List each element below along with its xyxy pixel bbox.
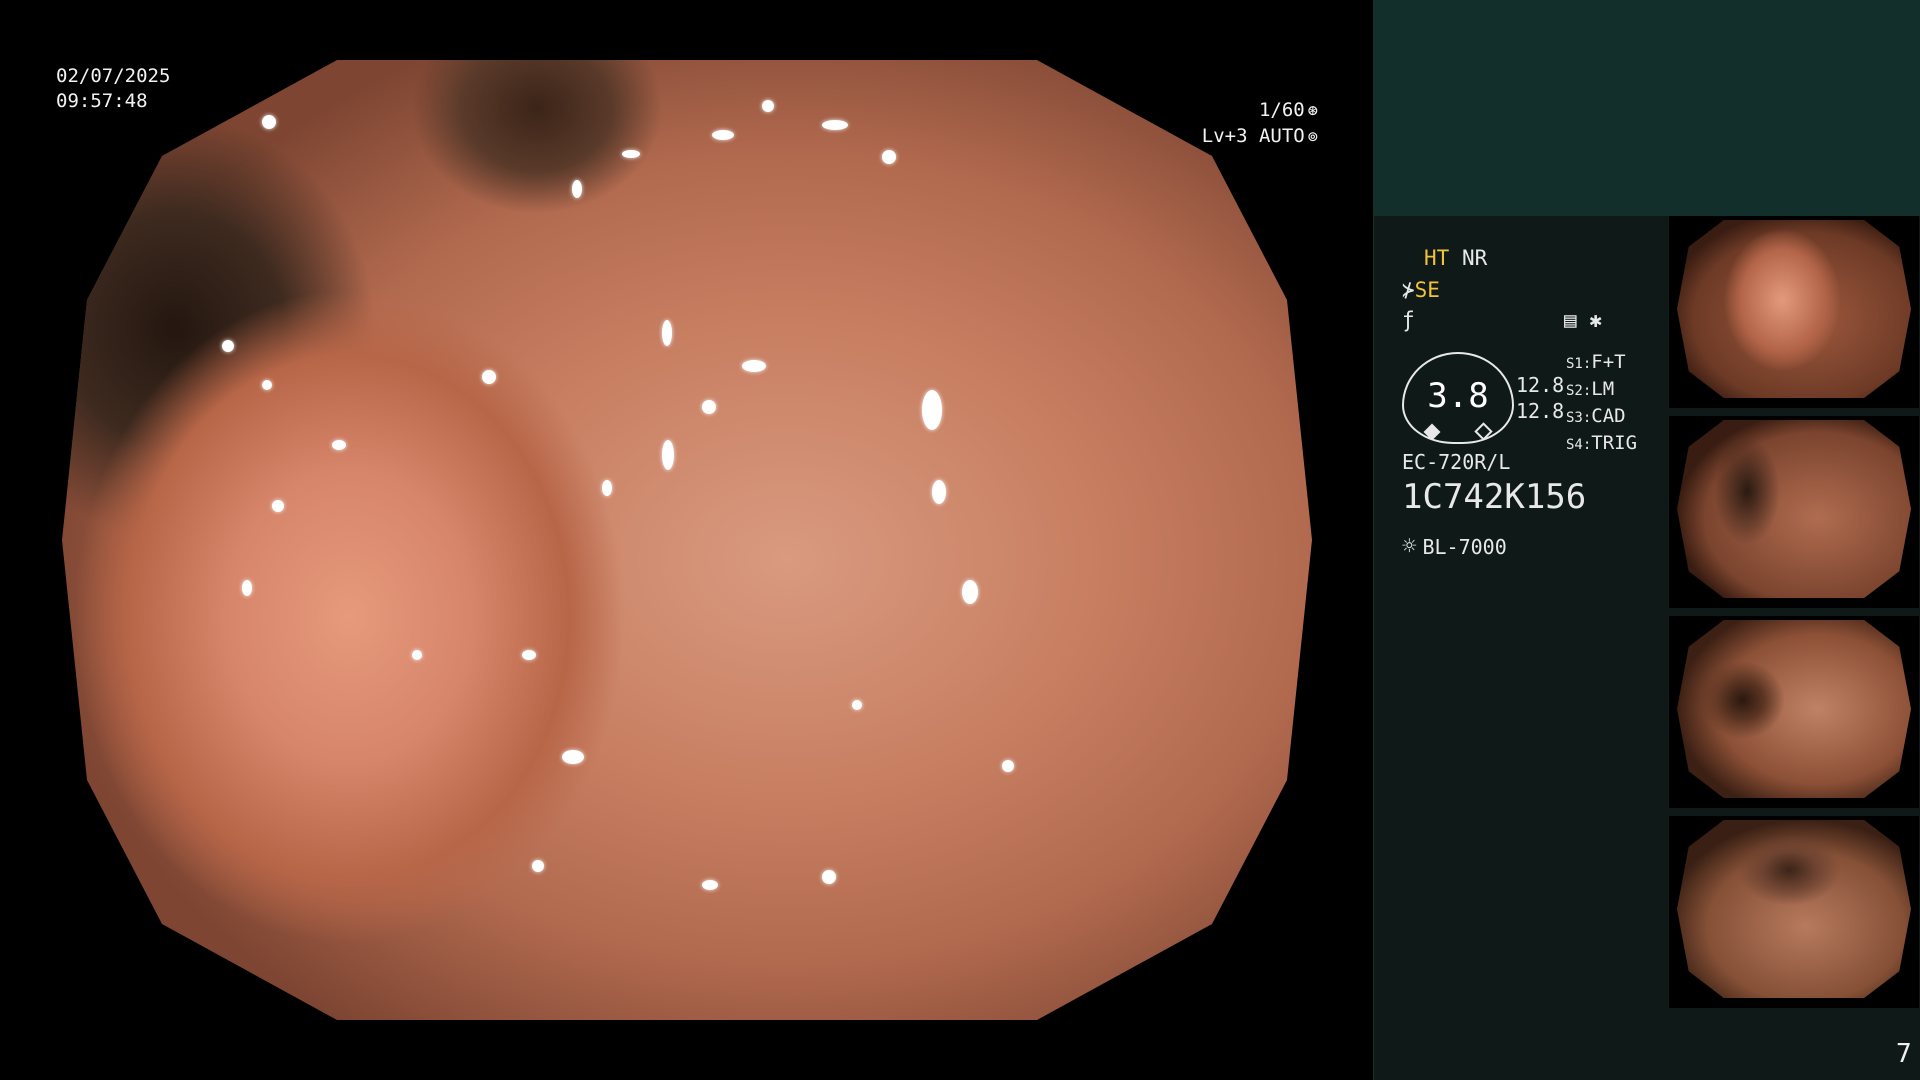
switch-item: S1:F+T: [1566, 351, 1626, 373]
edge-enhance-icon: ƒ: [1402, 308, 1415, 332]
switch-item: S4:TRIG: [1566, 432, 1638, 454]
dial-readings: 12.8 12.8: [1516, 372, 1564, 424]
zoom-dial: 3.8: [1402, 352, 1514, 444]
menu-grid-icon: ▤: [1564, 308, 1577, 332]
light-source-label: BL-7000: [1422, 535, 1507, 559]
ht-label: HT: [1424, 246, 1450, 270]
se-label: SE: [1414, 278, 1440, 302]
exposure-icon: ⊚: [1307, 127, 1318, 147]
endoscope-image: [62, 60, 1312, 1020]
date-text: 02/07/2025: [56, 65, 171, 87]
switch-item: S3:CAD: [1566, 405, 1626, 427]
light-source-row: ☼ BL-7000: [1402, 532, 1507, 561]
capture-thumbnail-1[interactable]: [1669, 216, 1919, 408]
exposure-readout: 1/60 ⊛ Lv+3 AUTO ⊚: [1178, 98, 1318, 150]
dial-marker-left-icon: [1423, 423, 1441, 441]
lamp-icon: ☼: [1402, 532, 1417, 560]
switch-item: S2:LM: [1566, 378, 1615, 400]
reading-1: 12.8: [1516, 373, 1565, 397]
page-number: 7: [1896, 1039, 1912, 1069]
scope-model: EC-720R/L: [1402, 450, 1511, 474]
capture-thumbnail-2[interactable]: [1669, 416, 1919, 608]
time-text: 09:57:48: [56, 90, 148, 112]
status-icons: ▤ ✱: [1564, 306, 1602, 334]
aperture-icon: ⊛: [1307, 101, 1318, 121]
level-text: Lv+3 AUTO: [1201, 125, 1305, 147]
side-panel: HT NR ⊁SE ƒ ▤ ✱ 3.8 12.8 12.8 S1:F+T S2:…: [1373, 0, 1920, 1080]
capture-thumbnail-4[interactable]: [1669, 816, 1919, 1008]
se-row: ⊁SE: [1402, 276, 1440, 304]
dial-marker-right-icon: [1474, 422, 1493, 441]
se-curve-icon: ⊁: [1402, 278, 1415, 302]
side-panel-header: [1374, 0, 1920, 216]
dial-value: 3.8: [1427, 376, 1489, 416]
reading-2: 12.8: [1516, 399, 1565, 423]
capture-thumbnail-3[interactable]: [1669, 616, 1919, 808]
scope-serial: 1C742K156: [1402, 477, 1587, 517]
endoscope-view: 02/07/2025 09:57:48 1/60 ⊛ Lv+3 AUTO ⊚: [0, 0, 1373, 1080]
date-time-readout: 02/07/2025 09:57:48: [56, 64, 170, 114]
asterisk-icon: ✱: [1589, 308, 1602, 332]
ht-nr-row: HT NR: [1424, 244, 1487, 272]
switch-assignments: S1:F+T S2:LM S3:CAD S4:TRIG: [1566, 350, 1637, 458]
nr-label: NR: [1461, 246, 1488, 270]
shutter-text: 1/60: [1258, 99, 1305, 121]
